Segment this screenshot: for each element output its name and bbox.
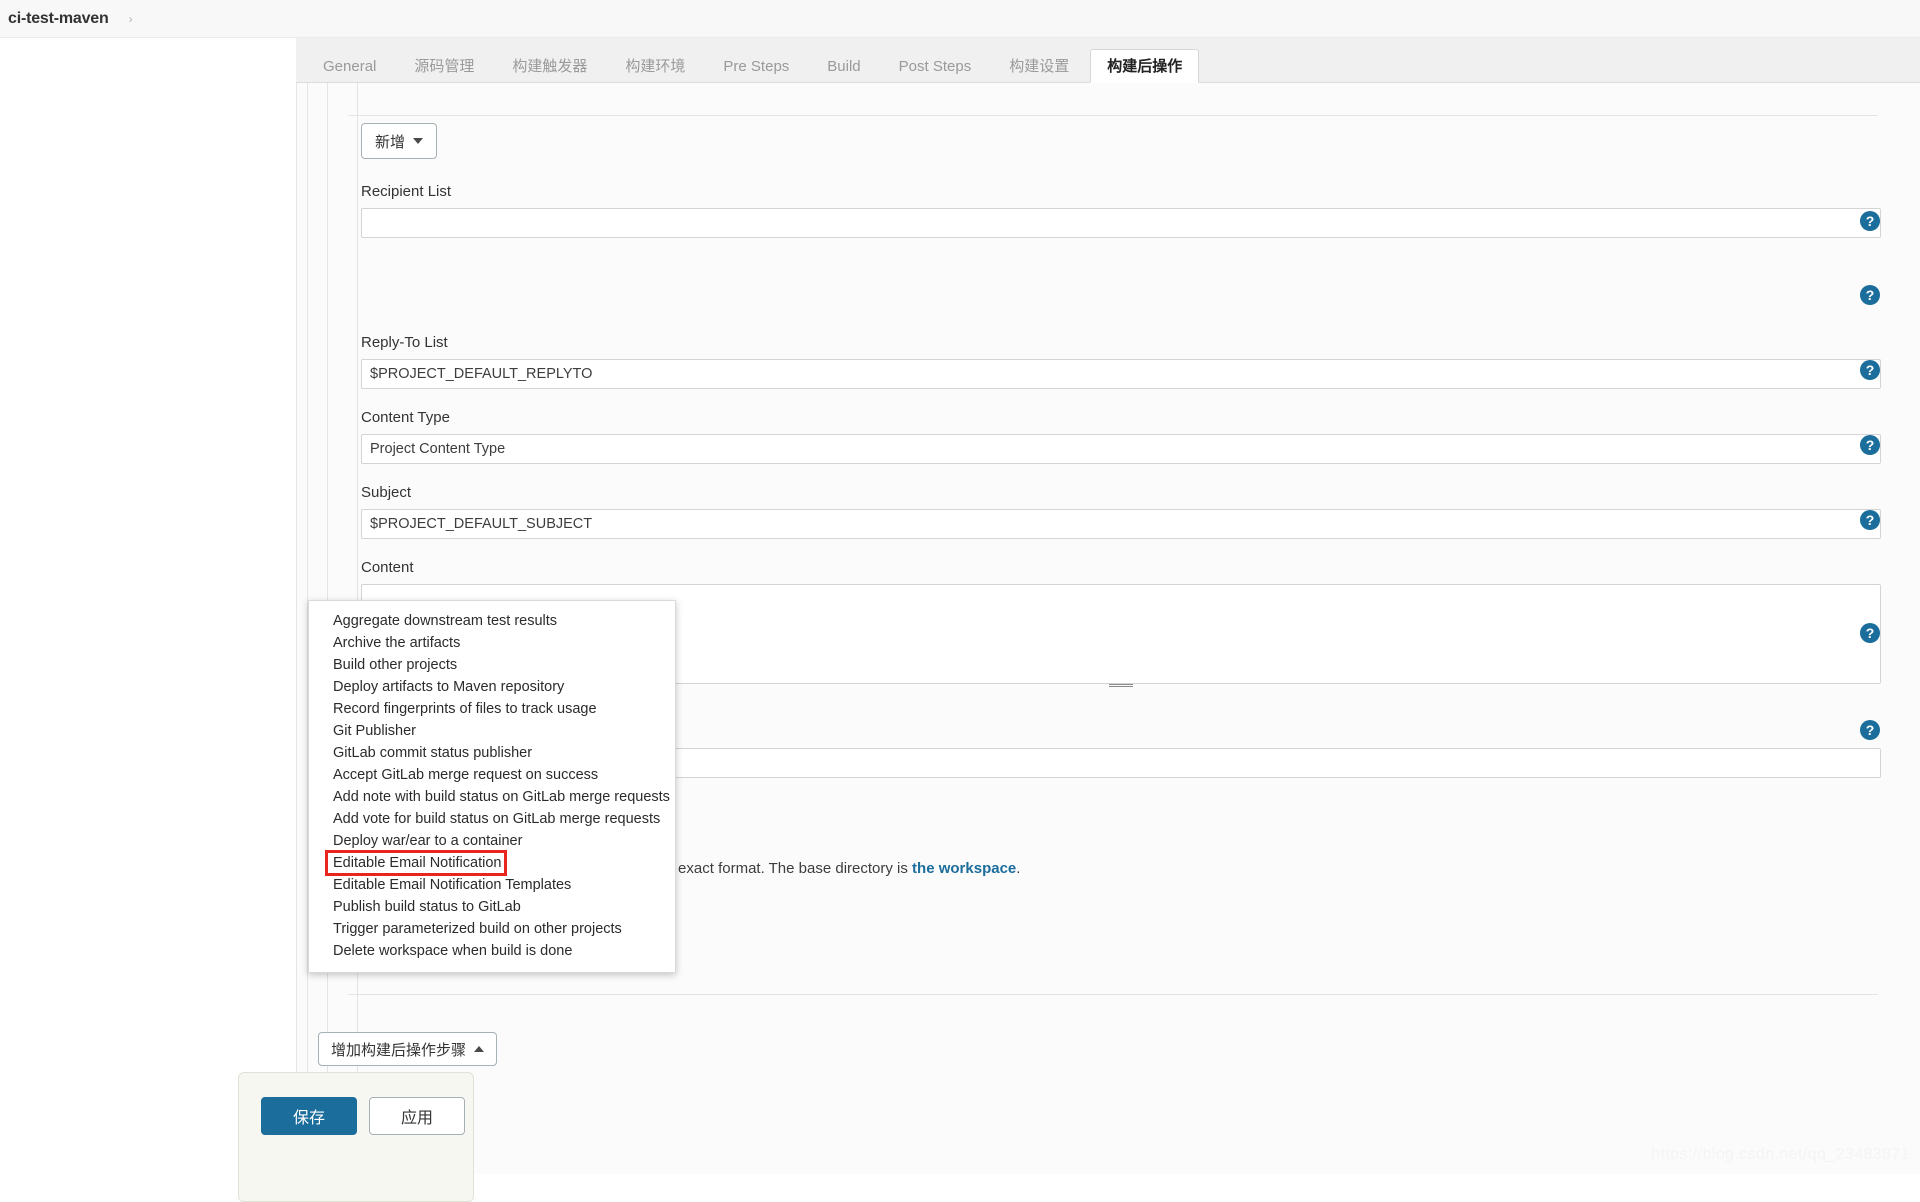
label-content: Content [361, 559, 1881, 576]
menu-item-git-publisher[interactable]: Git Publisher [309, 720, 675, 742]
watermark-text: https://blog.csdn.net/qq_23483871 [1651, 1146, 1910, 1164]
recipient-list-input[interactable] [361, 208, 1881, 238]
section-divider-bottom [348, 994, 1878, 995]
help-icon-content-type[interactable]: ? [1860, 360, 1880, 380]
save-apply-bar: 保存 应用 [238, 1072, 474, 1202]
tab-build-environment[interactable]: 构建环境 [608, 49, 702, 83]
menu-item-add-note-with-build-status[interactable]: Add note with build status on GitLab mer… [309, 786, 675, 808]
field-reply-to-list: Reply-To List [361, 334, 1881, 389]
menu-item-editable-email-notification-templates[interactable]: Editable Email Notification Templates [309, 874, 675, 896]
tab-build[interactable]: Build [810, 49, 877, 83]
help-icon-subject[interactable]: ? [1860, 435, 1880, 455]
label-subject: Subject [361, 484, 1881, 501]
menu-item-editable-email-notification[interactable]: Editable Email Notification [327, 852, 505, 874]
sidebar-pane [0, 38, 296, 1174]
label-recipient-list: Recipient List [361, 183, 1881, 200]
post-build-action-menu[interactable]: Aggregate downstream test results Archiv… [308, 600, 676, 973]
apply-button[interactable]: 应用 [369, 1097, 465, 1135]
label-reply-to-list: Reply-To List [361, 334, 1881, 351]
menu-item-delete-workspace-when-build-is-done[interactable]: Delete workspace when build is done [309, 940, 675, 962]
tab-build-settings[interactable]: 构建设置 [992, 49, 1086, 83]
tab-source-code-management[interactable]: 源码管理 [397, 49, 491, 83]
workspace-link[interactable]: the workspace [912, 860, 1016, 877]
menu-item-aggregate-downstream-test-results[interactable]: Aggregate downstream test results [309, 610, 675, 632]
page-body: General 源码管理 构建触发器 构建环境 Pre Steps Build … [0, 38, 1920, 1174]
add-post-build-step-button[interactable]: 增加构建后操作步骤 [318, 1032, 497, 1066]
chevron-up-icon [474, 1046, 484, 1052]
breadcrumb-project-link[interactable]: ci-test-maven [8, 10, 109, 28]
menu-item-archive-the-artifacts[interactable]: Archive the artifacts [309, 632, 675, 654]
field-content-type: Content Type Project Content Type [361, 409, 1881, 464]
menu-item-record-fingerprints-of-files[interactable]: Record fingerprints of files to track us… [309, 698, 675, 720]
help-icon-attachments[interactable]: ? [1860, 623, 1880, 643]
field-recipient-list: Recipient List [361, 183, 1881, 238]
menu-item-trigger-parameterized-build[interactable]: Trigger parameterized build on other pro… [309, 918, 675, 940]
add-template-button[interactable]: 新增 [361, 123, 437, 159]
menu-item-deploy-war-ear-to-a-container[interactable]: Deploy war/ear to a container [309, 830, 675, 852]
menu-item-publish-build-status-to-gitlab[interactable]: Publish build status to GitLab [309, 896, 675, 918]
help-icon-reply-to-list[interactable]: ? [1860, 285, 1880, 305]
section-divider [348, 115, 1878, 116]
add-post-build-step-label: 增加构建后操作步骤 [331, 1039, 466, 1060]
menu-item-gitlab-commit-status-publisher[interactable]: GitLab commit status publisher [309, 742, 675, 764]
menu-item-deploy-artifacts-to-maven-repository[interactable]: Deploy artifacts to Maven repository [309, 676, 675, 698]
tab-post-build-actions[interactable]: 构建后操作 [1090, 49, 1199, 83]
field-subject: Subject [361, 484, 1881, 539]
breadcrumb: ci-test-maven › [0, 0, 1920, 38]
help-icon-recipient-list[interactable]: ? [1860, 211, 1880, 231]
attach-hint-suffix: . [1016, 860, 1020, 877]
content-type-select[interactable]: Project Content Type [361, 434, 1881, 464]
help-icon-content[interactable]: ? [1860, 510, 1880, 530]
menu-item-add-vote-for-build-status[interactable]: Add vote for build status on GitLab merg… [309, 808, 675, 830]
help-icon-attach-build-log[interactable]: ? [1860, 720, 1880, 740]
subject-input[interactable] [361, 509, 1881, 539]
reply-to-list-input[interactable] [361, 359, 1881, 389]
menu-item-build-other-projects[interactable]: Build other projects [309, 654, 675, 676]
tab-post-steps[interactable]: Post Steps [882, 49, 989, 83]
tab-pre-steps[interactable]: Pre Steps [706, 49, 806, 83]
save-button[interactable]: 保存 [261, 1097, 357, 1135]
tab-build-triggers[interactable]: 构建触发器 [495, 49, 604, 83]
chevron-down-icon [413, 138, 423, 144]
tab-general[interactable]: General [306, 49, 393, 83]
config-tab-bar: General 源码管理 构建触发器 构建环境 Pre Steps Build … [296, 38, 1920, 83]
menu-item-accept-gitlab-merge-request-on-success[interactable]: Accept GitLab merge request on success [309, 764, 675, 786]
label-content-type: Content Type [361, 409, 1881, 426]
add-template-label: 新增 [375, 131, 405, 152]
textarea-resize-handle[interactable] [1109, 683, 1133, 690]
breadcrumb-chevron-icon[interactable]: › [129, 12, 133, 26]
